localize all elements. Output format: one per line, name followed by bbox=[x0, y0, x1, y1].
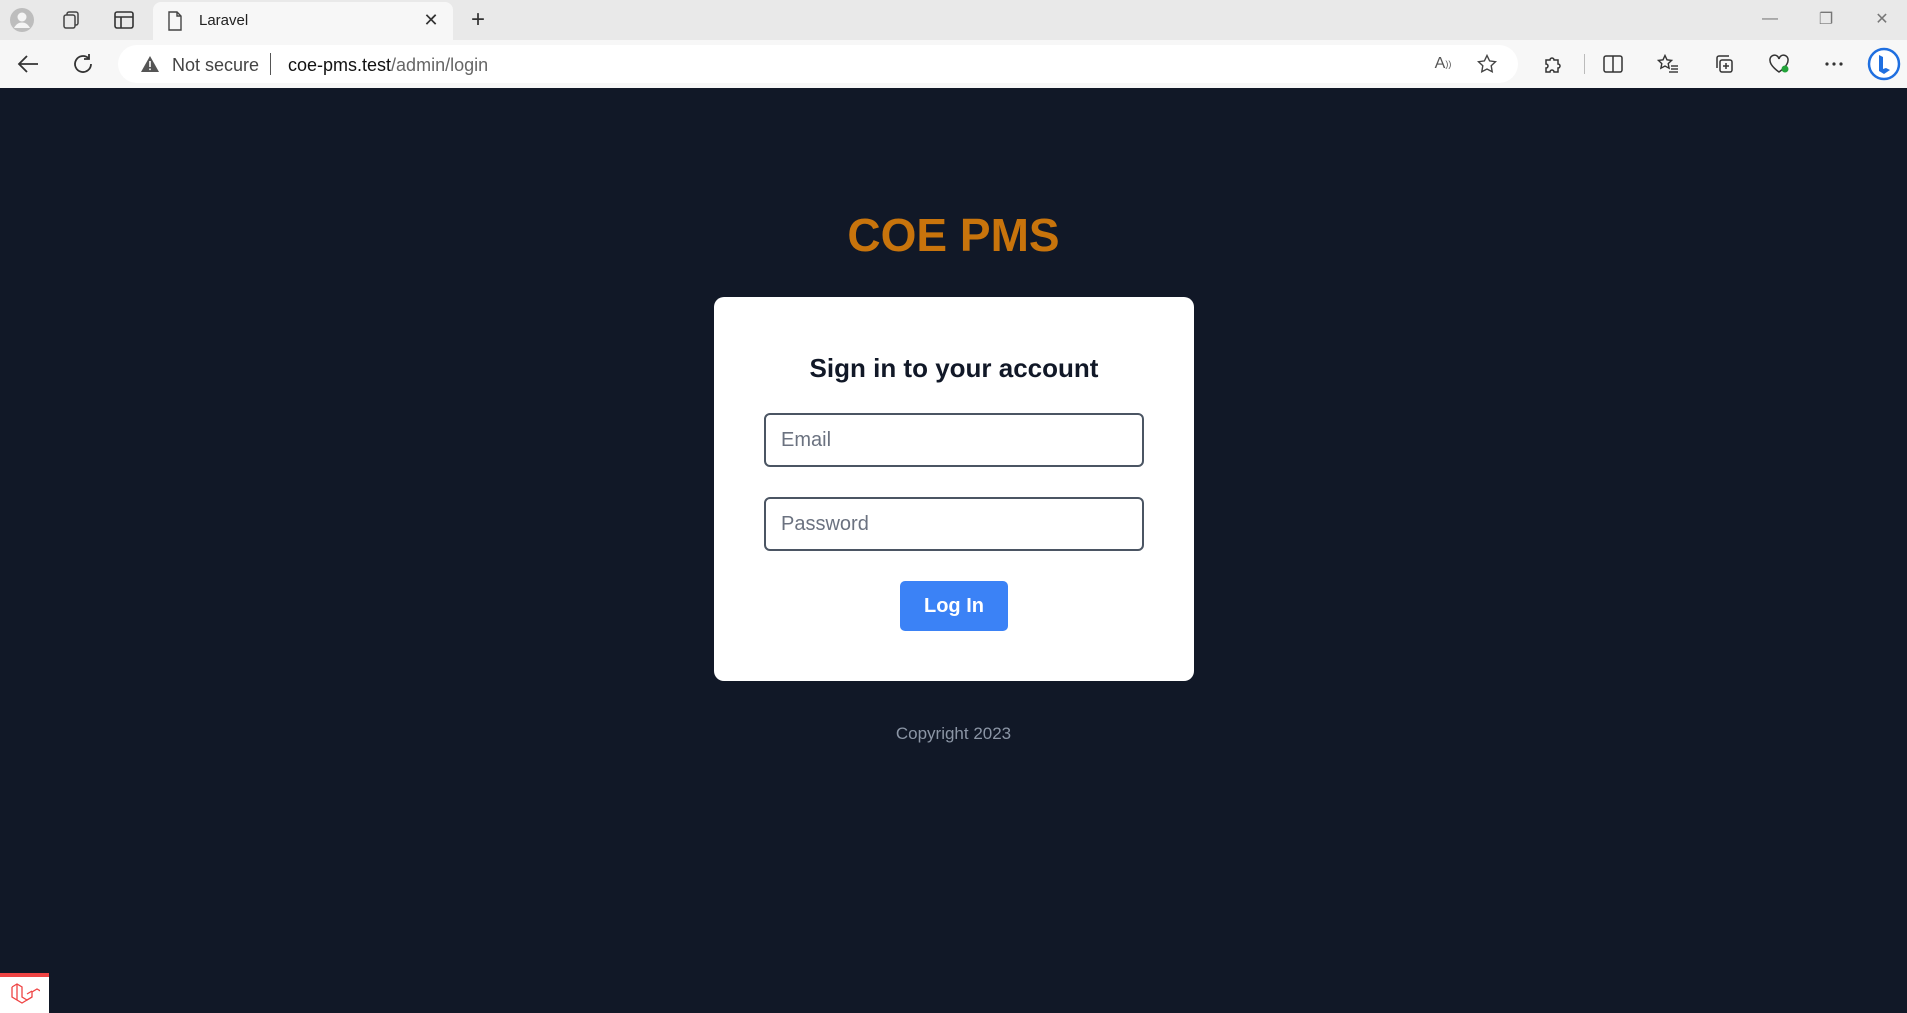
close-window-icon[interactable]: ✕ bbox=[1860, 4, 1904, 34]
refresh-icon[interactable] bbox=[65, 48, 101, 80]
address-bar[interactable]: Not secure coe-pms.test/admin/login A)) bbox=[118, 45, 1518, 83]
workspaces-icon[interactable] bbox=[55, 6, 87, 34]
collections-icon[interactable] bbox=[1706, 48, 1742, 80]
favorites-icon[interactable] bbox=[1650, 48, 1686, 80]
warning-icon bbox=[140, 55, 160, 78]
security-label[interactable]: Not secure bbox=[172, 55, 259, 76]
laravel-debugbar-icon[interactable] bbox=[0, 973, 49, 1013]
bing-icon[interactable] bbox=[1866, 47, 1902, 81]
puzzle-icon[interactable] bbox=[1535, 48, 1571, 80]
page-content: COE PMS Sign in to your account Log In C… bbox=[0, 88, 1907, 1013]
copyright-text: Copyright 2023 bbox=[895, 724, 1012, 743]
close-icon[interactable]: ✕ bbox=[419, 8, 443, 32]
browser-toolbar: Not secure coe-pms.test/admin/login A)) bbox=[0, 40, 1907, 88]
url-host: coe-pms.test bbox=[288, 55, 392, 75]
vertical-tabs-icon[interactable] bbox=[108, 6, 140, 34]
url-text[interactable]: coe-pms.test/admin/login bbox=[288, 55, 488, 76]
toolbar-separator bbox=[1584, 54, 1585, 74]
profile-icon[interactable] bbox=[6, 6, 38, 34]
url-path: /admin/login bbox=[391, 55, 489, 75]
browser-tab[interactable]: Laravel ✕ bbox=[153, 2, 453, 40]
tab-title: Laravel bbox=[199, 12, 249, 29]
page-icon bbox=[167, 11, 183, 36]
login-card: Sign in to your account Log In bbox=[714, 297, 1194, 681]
star-icon[interactable] bbox=[1474, 52, 1500, 76]
restore-icon[interactable]: ❐ bbox=[1804, 4, 1848, 34]
email-field[interactable] bbox=[764, 413, 1144, 467]
tab-bar: Laravel ✕ + — ❐ ✕ bbox=[0, 0, 1907, 40]
back-arrow-icon[interactable] bbox=[10, 48, 46, 80]
login-button[interactable]: Log In bbox=[900, 581, 1008, 631]
browser-essentials-icon[interactable] bbox=[1761, 48, 1797, 80]
plus-icon[interactable]: + bbox=[462, 6, 494, 34]
app-title: COE PMS bbox=[847, 209, 1060, 261]
minimize-icon[interactable]: — bbox=[1748, 4, 1792, 34]
read-aloud-icon[interactable]: A)) bbox=[1430, 52, 1456, 76]
password-field[interactable] bbox=[764, 497, 1144, 551]
login-heading: Sign in to your account bbox=[809, 353, 1099, 383]
more-icon[interactable] bbox=[1816, 48, 1852, 80]
split-screen-icon[interactable] bbox=[1595, 48, 1631, 80]
address-separator bbox=[270, 53, 271, 75]
